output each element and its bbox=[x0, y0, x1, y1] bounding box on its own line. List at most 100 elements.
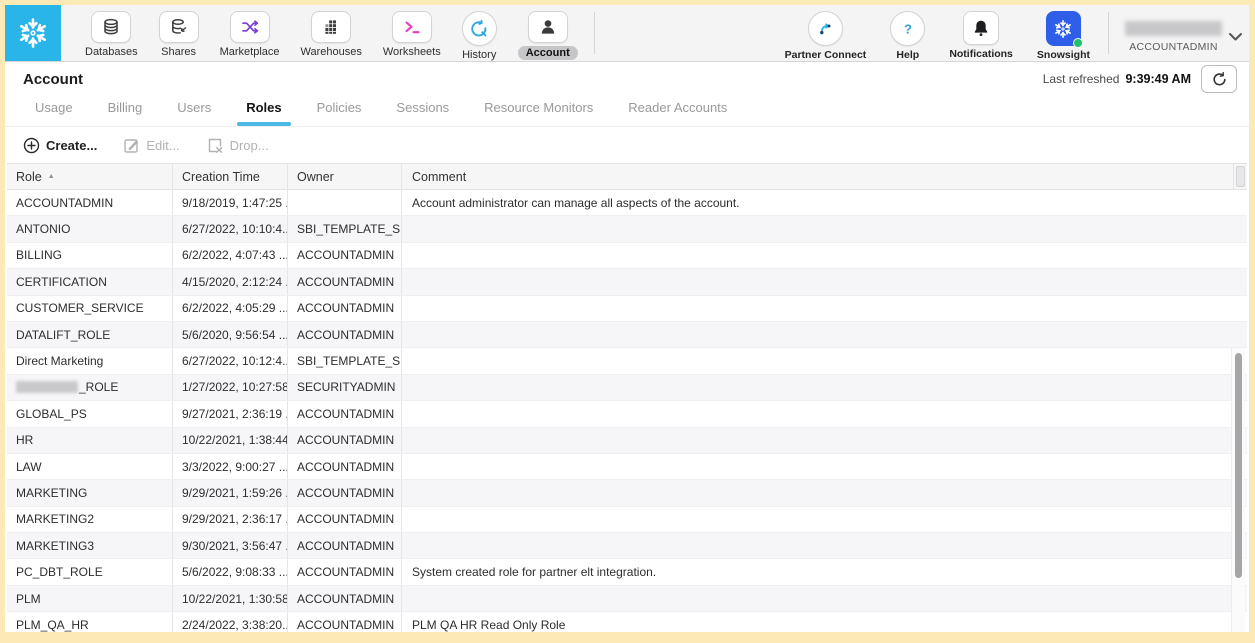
tab-billing[interactable]: Billing bbox=[108, 100, 143, 126]
owner-cell: ACCOUNTADMIN bbox=[288, 269, 402, 294]
creation-time-cell: 9/29/2021, 1:59:26 ... bbox=[173, 480, 288, 505]
tab-roles[interactable]: Roles bbox=[246, 100, 281, 126]
last-refreshed-time: 9:39:49 AM bbox=[1125, 72, 1191, 86]
table-row[interactable]: MARKETING29/29/2021, 2:36:17 ...ACCOUNTA… bbox=[7, 507, 1247, 533]
owner-cell: ACCOUNTADMIN bbox=[288, 401, 402, 426]
nav-label: Databases bbox=[85, 46, 138, 58]
table-row[interactable]: Direct Marketing6/27/2022, 10:12:4...SBI… bbox=[7, 348, 1247, 374]
scroll-corner bbox=[1233, 164, 1247, 189]
owner-cell: ACCOUNTADMIN bbox=[288, 507, 402, 532]
table-row[interactable]: LAW3/3/2022, 9:00:27 ...ACCOUNTADMIN bbox=[7, 454, 1247, 480]
table-row[interactable]: CERTIFICATION4/15/2020, 2:12:24 ...ACCOU… bbox=[7, 269, 1247, 295]
owner-cell: ACCOUNTADMIN bbox=[288, 559, 402, 584]
nav-label: Snowsight bbox=[1037, 49, 1090, 61]
comment-cell bbox=[402, 401, 1247, 426]
column-header-creation-time[interactable]: Creation Time bbox=[173, 164, 288, 189]
table-row[interactable]: HR10/22/2021, 1:38:44...ACCOUNTADMIN bbox=[7, 428, 1247, 454]
role-cell: CUSTOMER_SERVICE bbox=[7, 296, 173, 321]
warehouses-icon bbox=[321, 17, 341, 37]
creation-time-cell: 6/27/2022, 10:12:4... bbox=[173, 348, 288, 373]
table-row[interactable]: PLM10/22/2021, 1:30:58...ACCOUNTADMIN bbox=[7, 586, 1247, 612]
nav-item-history[interactable]: History bbox=[462, 11, 497, 61]
nav-item-partner-connect[interactable]: Partner Connect bbox=[785, 11, 867, 61]
refresh-button[interactable] bbox=[1201, 65, 1237, 93]
nav-label: History bbox=[462, 49, 496, 61]
edit-button[interactable]: Edit... bbox=[123, 137, 179, 154]
role-cell: ACCOUNTADMIN bbox=[7, 190, 173, 215]
drop-icon bbox=[206, 137, 224, 154]
tab-reader-accounts[interactable]: Reader Accounts bbox=[628, 100, 727, 126]
column-header-comment[interactable]: Comment bbox=[402, 164, 1233, 189]
creation-time-cell: 5/6/2022, 9:08:33 ... bbox=[173, 559, 288, 584]
column-header-role[interactable]: Role▲ bbox=[7, 164, 173, 189]
table-row[interactable]: PLM_QA_HR2/24/2022, 3:38:20...ACCOUNTADM… bbox=[7, 612, 1247, 632]
nav-item-account[interactable]: Account bbox=[518, 11, 578, 60]
table-row[interactable]: DATALIFT_ROLE5/6/2020, 9:56:54 ...ACCOUN… bbox=[7, 322, 1247, 348]
table-row[interactable]: MARKETING39/30/2021, 3:56:47 ...ACCOUNTA… bbox=[7, 533, 1247, 559]
account-menu[interactable]: ACCOUNTADMIN bbox=[1109, 5, 1243, 61]
snowflake-logo[interactable] bbox=[5, 5, 61, 61]
owner-cell: ACCOUNTADMIN bbox=[288, 322, 402, 347]
creation-time-cell: 1/27/2022, 10:27:58... bbox=[173, 375, 288, 400]
nav-item-warehouses[interactable]: Warehouses bbox=[301, 11, 362, 58]
nav-item-snowsight[interactable]: Snowsight bbox=[1037, 11, 1090, 61]
role-cell: GLOBAL_PS bbox=[7, 401, 173, 426]
nav-item-shares[interactable]: Shares bbox=[159, 11, 199, 58]
tab-bar: Usage Billing Users Roles Policies Sessi… bbox=[5, 96, 1249, 127]
vertical-scrollbar-thumb[interactable] bbox=[1235, 353, 1242, 578]
app-window: Databases Shares Marketplace bbox=[5, 5, 1249, 632]
marketplace-icon bbox=[240, 17, 260, 37]
owner-cell: ACCOUNTADMIN bbox=[288, 454, 402, 479]
tab-usage[interactable]: Usage bbox=[35, 100, 73, 126]
drop-button[interactable]: Drop... bbox=[206, 137, 269, 154]
table-row[interactable]: CUSTOMER_SERVICE6/2/2022, 4:05:29 ...ACC… bbox=[7, 296, 1247, 322]
role-cell: PLM_QA_HR bbox=[7, 612, 173, 632]
role-cell: HR bbox=[7, 428, 173, 453]
tab-policies[interactable]: Policies bbox=[317, 100, 362, 126]
creation-time-cell: 10/22/2021, 1:38:44... bbox=[173, 428, 288, 453]
creation-time-cell: 9/29/2021, 2:36:17 ... bbox=[173, 507, 288, 532]
table-row[interactable]: BILLING6/2/2022, 4:07:43 ...ACCOUNTADMIN bbox=[7, 243, 1247, 269]
chevron-down-icon[interactable] bbox=[1228, 32, 1243, 42]
tab-sessions[interactable]: Sessions bbox=[396, 100, 449, 126]
table-row[interactable]: ACCOUNTADMIN9/18/2019, 1:47:25 ...Accoun… bbox=[7, 190, 1247, 216]
refresh-icon bbox=[1211, 71, 1228, 88]
redacted-role-prefix bbox=[16, 381, 78, 393]
tab-resource-monitors[interactable]: Resource Monitors bbox=[484, 100, 593, 126]
creation-time-cell: 9/30/2021, 3:56:47 ... bbox=[173, 533, 288, 558]
table-row[interactable]: GLOBAL_PS9/27/2021, 2:36:19 ...ACCOUNTAD… bbox=[7, 401, 1247, 427]
vertical-scrollbar-track[interactable] bbox=[1231, 348, 1245, 632]
comment-cell bbox=[402, 507, 1247, 532]
nav-item-databases[interactable]: Databases bbox=[85, 11, 138, 58]
table-header: Role▲ Creation Time Owner Comment bbox=[7, 163, 1247, 190]
owner-cell: ACCOUNTADMIN bbox=[288, 243, 402, 268]
nav-item-worksheets[interactable]: Worksheets bbox=[383, 11, 441, 58]
creation-time-cell: 9/18/2019, 1:47:25 ... bbox=[173, 190, 288, 215]
nav-label: Partner Connect bbox=[785, 49, 867, 61]
comment-cell: PLM QA HR Read Only Role bbox=[402, 612, 1247, 632]
table-row[interactable]: MARKETING9/29/2021, 1:59:26 ...ACCOUNTAD… bbox=[7, 480, 1247, 506]
nav-item-notifications[interactable]: Notifications bbox=[949, 11, 1013, 60]
nav-item-marketplace[interactable]: Marketplace bbox=[220, 11, 280, 58]
comment-cell bbox=[402, 216, 1247, 241]
create-button[interactable]: Create... bbox=[23, 137, 97, 154]
owner-cell: ACCOUNTADMIN bbox=[288, 533, 402, 558]
table-row[interactable]: ANTONIO6/27/2022, 10:10:4...SBI_TEMPLATE… bbox=[7, 216, 1247, 242]
snowsight-icon bbox=[1046, 11, 1081, 46]
comment-cell bbox=[402, 586, 1247, 611]
table-row[interactable]: PC_DBT_ROLE5/6/2022, 9:08:33 ...ACCOUNTA… bbox=[7, 559, 1247, 585]
snowsight-status-dot bbox=[1073, 38, 1083, 48]
notifications-icon bbox=[971, 18, 991, 38]
column-header-owner[interactable]: Owner bbox=[288, 164, 402, 189]
tab-users[interactable]: Users bbox=[177, 100, 211, 126]
shares-icon bbox=[169, 17, 189, 37]
comment-cell bbox=[402, 243, 1247, 268]
owner-cell: ACCOUNTADMIN bbox=[288, 428, 402, 453]
comment-cell bbox=[402, 533, 1247, 558]
role-cell: _ROLE bbox=[7, 375, 173, 400]
table-row[interactable]: _ROLE1/27/2022, 10:27:58...SECURITYADMIN bbox=[7, 375, 1247, 401]
nav-item-help[interactable]: ? Help bbox=[890, 11, 925, 61]
comment-cell bbox=[402, 296, 1247, 321]
comment-cell: System created role for partner elt inte… bbox=[402, 559, 1247, 584]
snowflake-icon bbox=[15, 15, 51, 51]
